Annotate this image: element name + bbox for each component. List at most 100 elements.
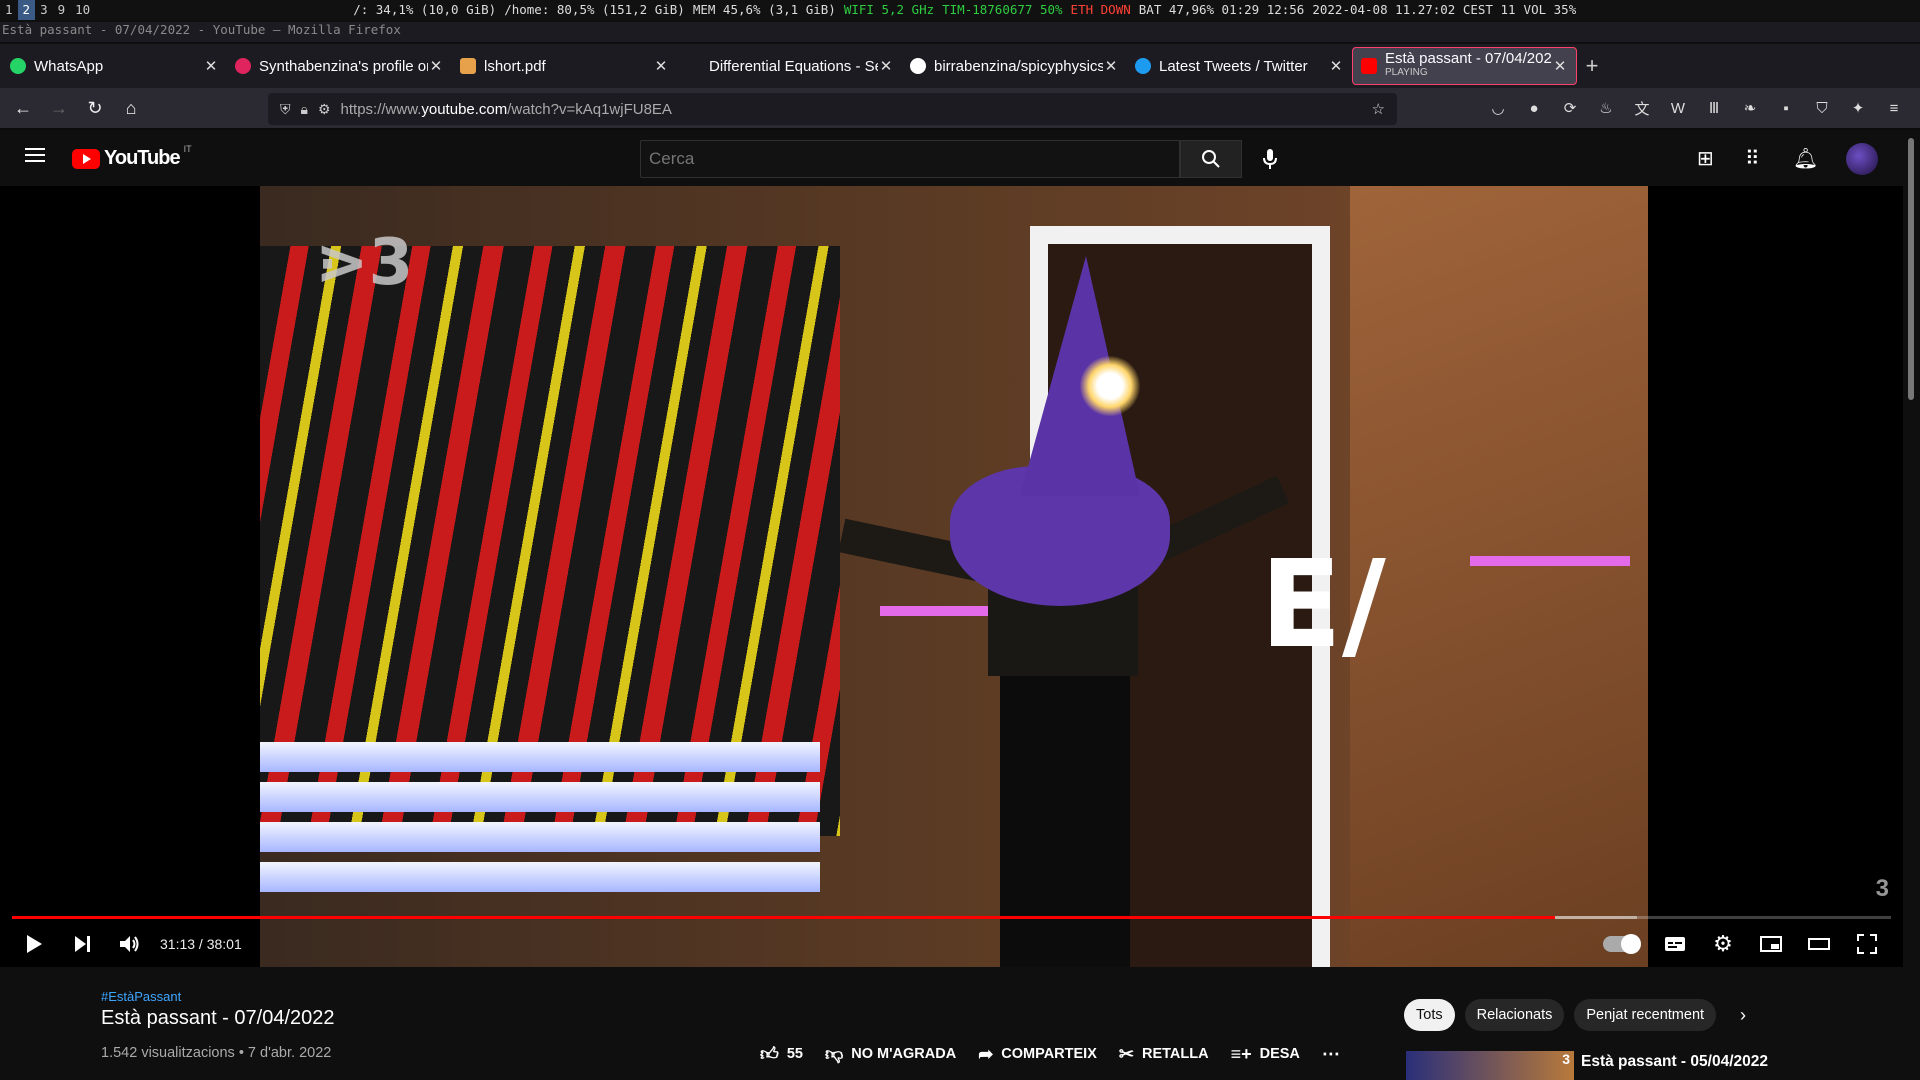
mute-button[interactable]	[106, 921, 154, 967]
progress-bar[interactable]	[12, 916, 1891, 919]
theater-mode-button[interactable]	[1795, 921, 1843, 967]
workspace-2[interactable]: 2	[17, 0, 36, 20]
share-icon: ➦	[978, 1043, 994, 1064]
chip-recent[interactable]: Penjat recentment	[1574, 999, 1717, 1031]
forward-icon[interactable]: →	[41, 98, 77, 119]
subtitles-icon	[1665, 937, 1685, 951]
lock-icon[interactable]: 🔒︎	[301, 101, 308, 118]
set-letter-sign: E/	[1260, 536, 1386, 675]
tab-twitter[interactable]: Latest Tweets / Twitter ✕	[1127, 48, 1352, 84]
library-icon[interactable]: Ⅲ	[1696, 99, 1732, 117]
tab-label: Latest Tweets / Twitter	[1159, 57, 1308, 75]
dislike-button[interactable]: 👎︎ NO M'AGRADA	[825, 1043, 956, 1065]
extension-flame-icon[interactable]: ♨	[1588, 99, 1624, 117]
reload-icon[interactable]: ↻	[77, 98, 113, 119]
tab-label: WhatsApp	[34, 57, 104, 75]
more-horizontal-icon: ⋯	[1321, 1043, 1340, 1064]
close-tab-icon[interactable]: ✕	[1328, 57, 1344, 75]
home-icon[interactable]: ⌂	[113, 98, 149, 119]
subtitles-button[interactable]	[1651, 921, 1699, 967]
chip-related[interactable]: Relacionats	[1464, 999, 1565, 1031]
save-button[interactable]: ≡+ DESA	[1231, 1044, 1300, 1065]
ublock-icon[interactable]: ⛉	[1804, 100, 1840, 117]
navigation-toolbar: ← → ↻ ⌂ ⛨ 🔒︎ ⚙ https://www.youtube.com/w…	[0, 88, 1920, 130]
workspace-switcher[interactable]: 1 2 3 9 10	[0, 0, 95, 20]
voice-search-button[interactable]	[1252, 140, 1288, 178]
menu-icon[interactable]: ≡	[1876, 100, 1912, 117]
url-bar[interactable]: ⛨ 🔒︎ ⚙ https://www.youtube.com/watch?v=k…	[268, 93, 1397, 125]
chevron-right-icon[interactable]: ›	[1740, 1005, 1746, 1026]
video-info: #EstàPassant Està passant - 07/04/2022 1…	[0, 967, 1903, 1080]
autoplay-toggle[interactable]	[1603, 934, 1641, 954]
avatar[interactable]	[1846, 143, 1878, 175]
tab-youtube[interactable]: Està passant - 07/04/2022 PLAYING ✕	[1352, 47, 1577, 85]
tab-label: lshort.pdf	[484, 57, 546, 75]
tab-github[interactable]: birrabenzina/spicyphysics ✕	[902, 48, 1127, 84]
scrollbar-thumb[interactable]	[1908, 138, 1914, 400]
play-button[interactable]	[10, 921, 58, 967]
like-button[interactable]: 👍︎ 55	[760, 1043, 803, 1065]
next-button[interactable]	[58, 921, 106, 967]
tab-pdf[interactable]: lshort.pdf ✕	[452, 48, 677, 84]
extension-fox-icon[interactable]: ✦	[1840, 99, 1876, 117]
more-actions-button[interactable]: ⋯	[1322, 1044, 1348, 1065]
recommended-thumbnail[interactable]: 3	[1406, 1051, 1574, 1080]
url-text[interactable]: https://www.youtube.com/watch?v=kAq1wjFU…	[341, 101, 1397, 118]
video-player[interactable]: E/ ⋗3 3 31:13 / 38:01 ⚙	[0, 186, 1903, 967]
extension-green-icon[interactable]: ▪	[1768, 100, 1804, 117]
apps-grid-icon[interactable]: ⠿	[1745, 146, 1760, 171]
close-tab-icon[interactable]: ✕	[1103, 57, 1119, 75]
hashtag-link[interactable]: #EstàPassant	[101, 989, 181, 1004]
fullscreen-button[interactable]	[1843, 921, 1891, 967]
miniplayer-button[interactable]	[1747, 921, 1795, 967]
video-frame[interactable]: E/ ⋗3	[260, 186, 1648, 967]
extension-translate-icon[interactable]: 文	[1624, 98, 1660, 119]
volume-icon	[120, 936, 139, 952]
close-tab-icon[interactable]: ✕	[203, 57, 219, 75]
close-tab-icon[interactable]: ✕	[653, 57, 669, 75]
miniplayer-icon	[1760, 936, 1782, 952]
close-tab-icon[interactable]: ✕	[1552, 57, 1568, 75]
recommended-title[interactable]: Està passant - 05/04/2022	[1581, 1053, 1768, 1071]
extension-icons: ◡ ● ⟳ ♨ 文 W Ⅲ ❧ ▪ ⛉ ✦ ≡	[1480, 88, 1912, 128]
settings-button[interactable]: ⚙	[1699, 921, 1747, 967]
thumbnail-channel-logo: 3	[1562, 1051, 1570, 1067]
sync-icon[interactable]: ⟳	[1552, 99, 1588, 117]
pocket-icon[interactable]: ◡	[1480, 99, 1516, 117]
hamburger-menu-icon[interactable]	[25, 148, 45, 162]
extension-w-icon[interactable]: W	[1660, 100, 1696, 117]
page-scrollbar[interactable]	[1903, 130, 1920, 1080]
permissions-icon[interactable]: ⚙	[318, 101, 331, 118]
youtube-logo[interactable]: YouTube IT	[72, 144, 192, 170]
new-tab-button[interactable]: +	[1577, 53, 1607, 79]
bookmark-star-icon[interactable]: ☆	[1372, 100, 1385, 118]
theater-icon	[1808, 938, 1830, 950]
clip-label: RETALLA	[1141, 1046, 1209, 1062]
back-icon[interactable]: ←	[5, 98, 41, 119]
studio-wall-panel	[1350, 186, 1648, 967]
chip-all[interactable]: Tots	[1404, 999, 1455, 1031]
video-title: Està passant - 07/04/2022	[101, 1007, 335, 1029]
notifications-bell-icon[interactable]: 🔔︎	[1793, 146, 1818, 171]
share-button[interactable]: ➦ COMPARTEIX	[978, 1044, 1097, 1065]
workspace-3[interactable]: 3	[35, 0, 53, 20]
tab-profile[interactable]: Synthabenzina's profile on ✕	[227, 48, 452, 84]
tab-whatsapp[interactable]: WhatsApp ✕	[2, 48, 227, 84]
workspace-10[interactable]: 10	[70, 0, 95, 20]
system-status-bar: 1 2 3 9 10 /: 34,1% (10,0 GiB) /home: 80…	[0, 0, 1920, 20]
tab-differential-equations[interactable]: Differential Equations - Sepa ✕	[677, 48, 902, 84]
workspace-9[interactable]: 9	[53, 0, 71, 20]
clip-button[interactable]: ✂ RETALLA	[1119, 1044, 1209, 1065]
create-video-icon[interactable]: ⊞	[1697, 146, 1714, 171]
close-tab-icon[interactable]: ✕	[878, 57, 894, 75]
scissors-icon: ✂	[1118, 1043, 1134, 1064]
datetime-status: 2022-04-08 11.27:02 CEST 11	[1312, 2, 1516, 17]
shield-icon[interactable]: ⛨	[280, 101, 291, 118]
search-input[interactable]	[640, 140, 1180, 178]
search-button[interactable]	[1180, 140, 1242, 178]
extension-c-icon[interactable]: ●	[1516, 100, 1552, 117]
workspace-1[interactable]: 1	[0, 0, 18, 20]
twitter-icon	[1135, 58, 1151, 74]
close-tab-icon[interactable]: ✕	[428, 57, 444, 75]
extension-leaf-icon[interactable]: ❧	[1732, 99, 1768, 117]
